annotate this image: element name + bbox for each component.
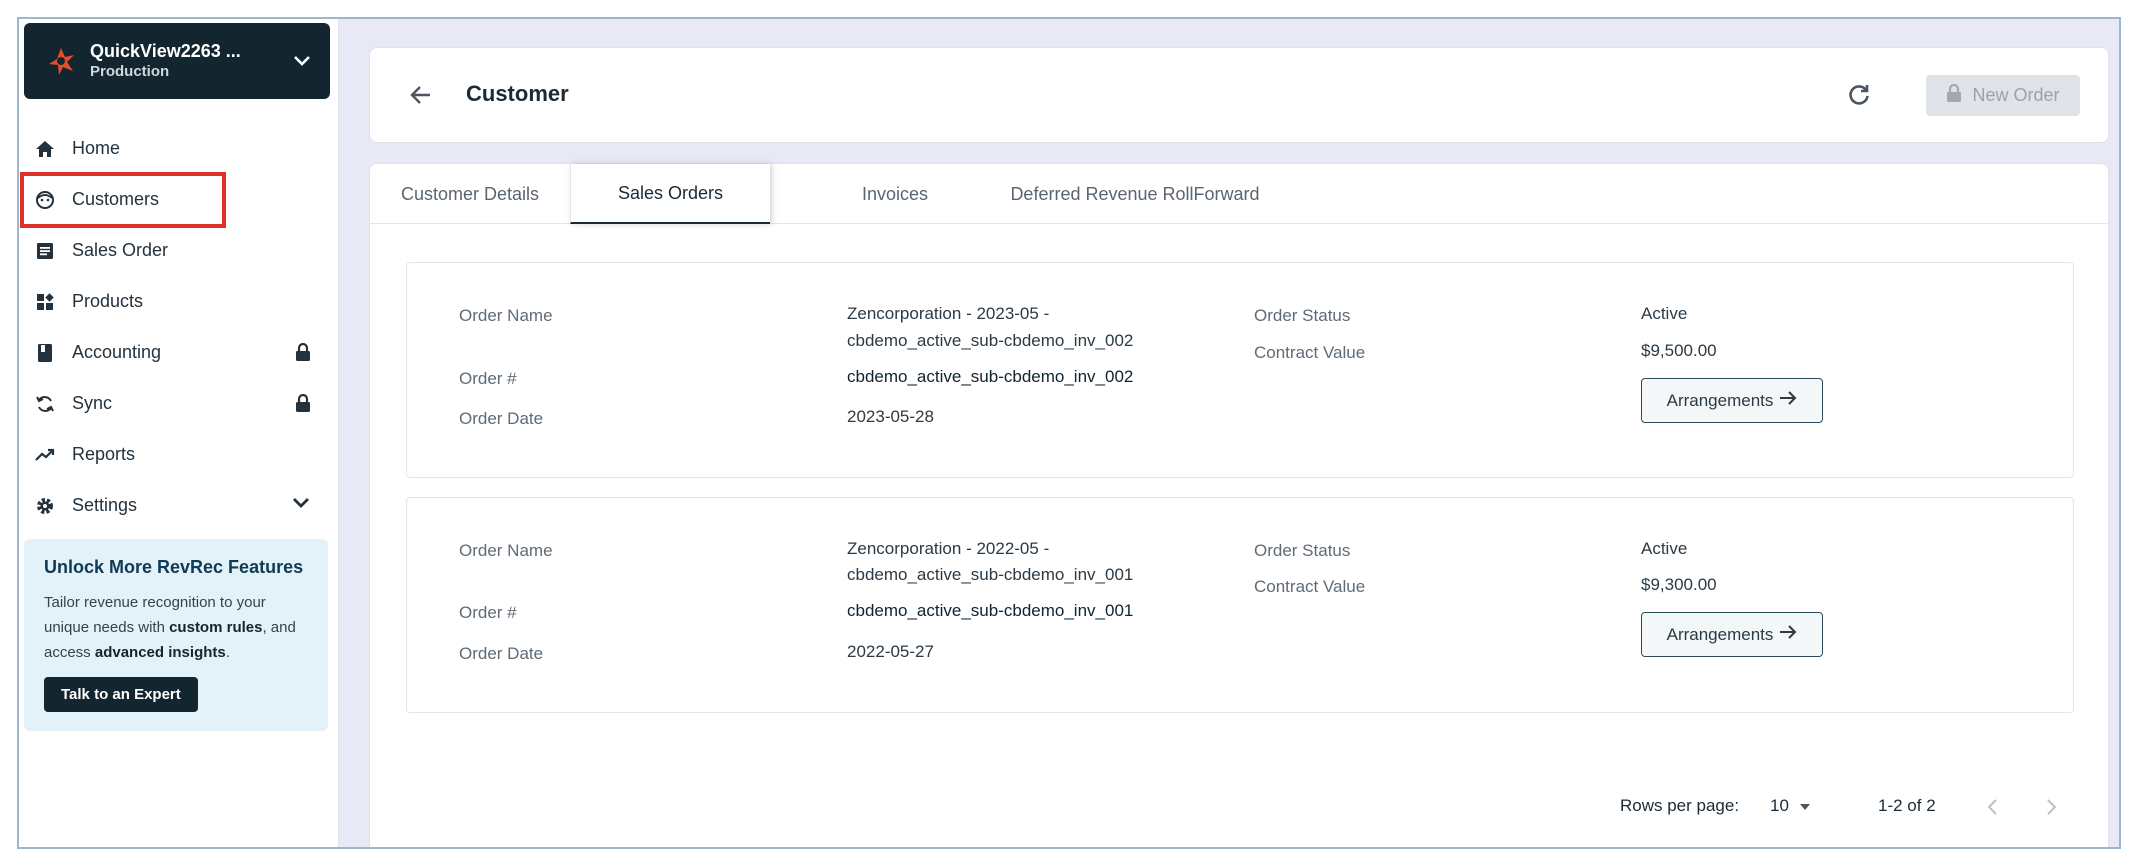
rows-per-page-label: Rows per page:: [1620, 796, 1740, 815]
order-number-value: cbdemo_active_sub-cbdemo_inv_001: [847, 601, 1134, 620]
order-name-line2: cbdemo_active_sub-cbdemo_inv_002: [847, 331, 1134, 350]
widgets-icon: [34, 291, 56, 313]
page-header: Customer New Order: [369, 47, 2109, 143]
order-card: Order Name Zencorporation - 2023-05 - cb…: [406, 262, 2074, 478]
order-number-label: Order #: [459, 369, 517, 388]
sidebar-item-label: Sync: [72, 393, 113, 413]
chevron-down-icon[interactable]: [290, 49, 314, 73]
book-icon: [34, 342, 56, 364]
rows-per-page-select[interactable]: 10: [1770, 796, 1811, 816]
new-order-label: New Order: [1972, 85, 2060, 105]
sidebar-item-accounting[interactable]: Accounting: [19, 327, 339, 378]
sidebar-item-reports[interactable]: Reports: [19, 429, 339, 480]
order-date-label: Order Date: [459, 644, 544, 663]
contract-value: $9,300.00: [1641, 575, 1717, 594]
arrangements-button[interactable]: Arrangements: [1641, 612, 1823, 657]
promo-card: Unlock More RevRec Features Tailor reven…: [24, 539, 328, 731]
order-status-label: Order Status: [1254, 541, 1351, 560]
sidebar-item-label: Settings: [72, 495, 138, 515]
chevron-right-icon[interactable]: [2046, 798, 2058, 821]
order-date-value: 2022-05-27: [847, 642, 934, 661]
app-window: QuickView2263 ... Production Home Custom…: [17, 17, 2121, 849]
org-name: QuickView2263 ...: [90, 41, 241, 61]
tab-customer-details[interactable]: Customer Details: [370, 164, 570, 224]
sidebar-item-label: Accounting: [72, 342, 162, 362]
order-date-label: Order Date: [459, 409, 544, 428]
chevron-down-icon[interactable]: [291, 494, 313, 516]
order-number-label: Order #: [459, 603, 517, 622]
order-card: Order Name Zencorporation - 2022-05 - cb…: [406, 497, 2074, 713]
arrangements-label: Arrangements: [1666, 624, 1774, 644]
tab-invoices[interactable]: Invoices: [770, 164, 1020, 224]
tab-deferred-revenue-rollforward[interactable]: Deferred Revenue RollForward: [990, 164, 1280, 224]
sidebar-item-label: Products: [72, 291, 144, 311]
arrow-right-icon: [1779, 390, 1797, 411]
order-name-line1: Zencorporation - 2023-05 -: [847, 304, 1050, 323]
sidebar-item-home[interactable]: Home: [19, 123, 339, 174]
order-name-line1: Zencorporation - 2022-05 -: [847, 539, 1050, 558]
promo-title: Unlock More RevRec Features: [44, 557, 304, 577]
order-status-value: Active: [1641, 304, 1688, 323]
order-number-value: cbdemo_active_sub-cbdemo_inv_002: [847, 367, 1134, 386]
contract-value-label: Contract Value: [1254, 577, 1366, 596]
refresh-icon[interactable]: [1846, 82, 1872, 108]
lock-icon: [1946, 83, 1962, 108]
order-name-label: Order Name: [459, 541, 553, 560]
arrangements-button[interactable]: Arrangements: [1641, 378, 1823, 423]
promo-body: Tailor revenue recognition to your uniqu…: [44, 594, 296, 661]
order-name-line2: cbdemo_active_sub-cbdemo_inv_001: [847, 565, 1134, 584]
customers-highlight-box: [20, 172, 226, 228]
sidebar-item-label: Home: [72, 138, 121, 158]
sidebar-item-label: Reports: [72, 444, 136, 464]
home-icon: [34, 138, 56, 160]
order-name-label: Order Name: [459, 306, 553, 325]
tab-sales-orders[interactable]: Sales Orders: [570, 164, 770, 224]
new-order-button[interactable]: New Order: [1926, 75, 2080, 116]
back-arrow-icon[interactable]: [408, 82, 434, 108]
sidebar-item-label: Sales Order: [72, 240, 169, 260]
contract-value: $9,500.00: [1641, 341, 1717, 360]
sidebar-item-sync[interactable]: Sync: [19, 378, 339, 429]
arrangements-label: Arrangements: [1666, 390, 1774, 410]
sidebar-item-products[interactable]: Products: [19, 276, 339, 327]
page-title: Customer: [466, 81, 569, 106]
rows-per-page-value: 10: [1770, 796, 1789, 815]
order-status-label: Order Status: [1254, 306, 1351, 325]
tab-bar: Customer Details Sales Orders Invoices D…: [370, 164, 2108, 224]
chevron-left-icon[interactable]: [1986, 798, 1998, 821]
pagination-range: 1-2 of 2: [1878, 796, 1936, 815]
org-environment: Production: [90, 63, 170, 80]
contract-value-label: Contract Value: [1254, 343, 1366, 362]
document-list-icon: [34, 240, 56, 262]
trending-up-icon: [34, 444, 56, 466]
lock-icon: [295, 342, 313, 362]
org-logo-icon: [46, 46, 76, 76]
arrow-right-icon: [1779, 624, 1797, 645]
sidebar-item-sales-order[interactable]: Sales Order: [19, 225, 339, 276]
sidebar-item-settings[interactable]: Settings: [19, 480, 339, 531]
talk-to-expert-button[interactable]: Talk to an Expert: [44, 677, 198, 712]
org-switcher[interactable]: QuickView2263 ... Production: [24, 23, 330, 99]
order-date-value: 2023-05-28: [847, 407, 934, 426]
sync-icon: [34, 393, 56, 415]
lock-icon: [295, 393, 313, 413]
sidebar: QuickView2263 ... Production Home Custom…: [19, 19, 339, 847]
caret-down-icon: [1799, 796, 1811, 816]
order-status-value: Active: [1641, 539, 1688, 558]
content-card: Customer Details Sales Orders Invoices D…: [369, 163, 2109, 847]
gear-icon: [34, 495, 56, 517]
